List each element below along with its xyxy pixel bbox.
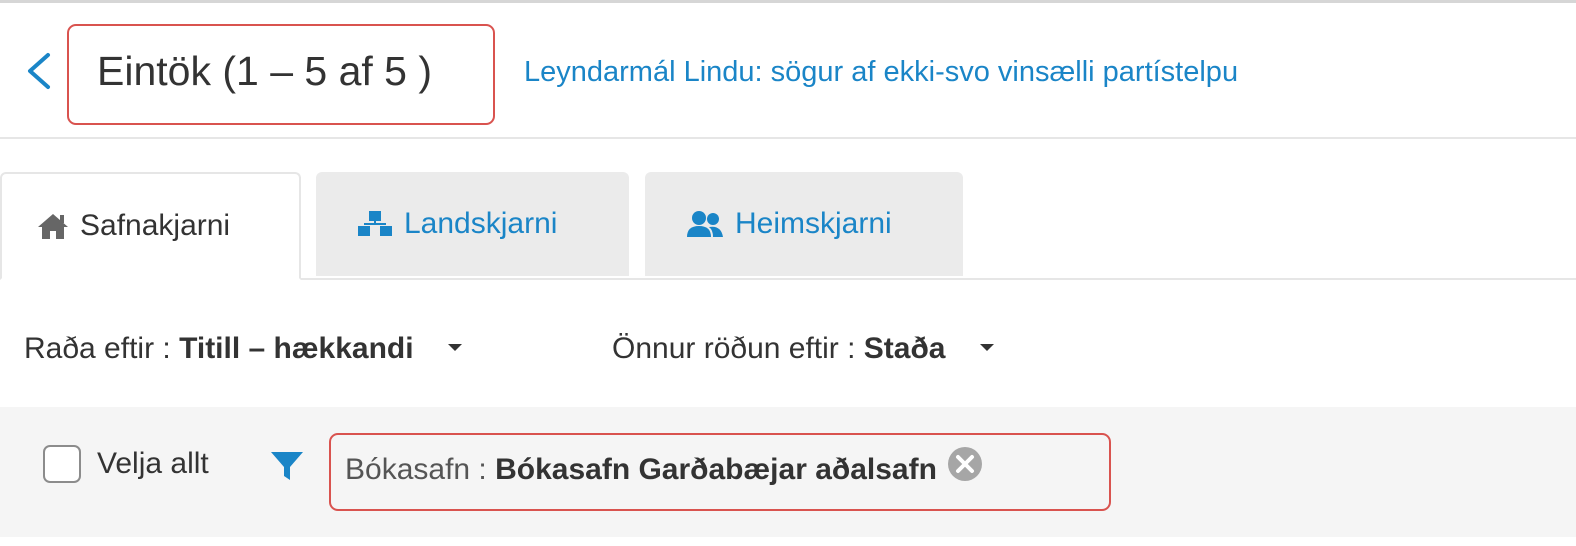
sort-label: Raða eftir : <box>24 332 180 365</box>
tab-label: Heimskjarni <box>735 207 892 240</box>
tab-label: Landskjarni <box>404 207 558 240</box>
active-filter-highlight-box: Bókasafn : Bókasafn Garðabæjar aðalsafn <box>329 433 1111 511</box>
select-all-checkbox[interactable] <box>43 445 81 483</box>
secondary-sort-dropdown[interactable]: Önnur röðun eftir : Staða <box>612 332 994 366</box>
filter-bar: Velja allt Bókasafn : Bókasafn Garðabæja… <box>0 407 1576 537</box>
page-header: Eintök (1 – 5 af 5 ) Leyndarmál Lindu: s… <box>0 3 1576 139</box>
home-icon <box>38 214 68 239</box>
title-highlight-box: Eintök (1 – 5 af 5 ) <box>67 24 495 125</box>
filter-icon[interactable] <box>270 450 304 487</box>
chevron-down-icon <box>447 343 462 351</box>
bottom-spacer <box>0 537 1576 546</box>
sort-value: Staða <box>863 332 946 365</box>
close-circle-icon[interactable] <box>947 446 983 490</box>
users-icon <box>687 211 723 237</box>
sort-label: Önnur röðun eftir : <box>612 332 864 365</box>
primary-sort-dropdown[interactable]: Raða eftir : Titill – hækkandi <box>24 332 462 366</box>
sort-controls: Raða eftir : Titill – hækkandi Önnur röð… <box>0 320 1576 380</box>
sitemap-icon <box>358 211 392 236</box>
filter-chip-value: Bókasafn Garðabæjar aðalsafn <box>495 452 937 486</box>
filter-chip-label: Bókasafn : <box>345 452 496 486</box>
sort-value: Titill – hækkandi <box>179 332 414 365</box>
select-all-label[interactable]: Velja allt <box>97 447 209 481</box>
chevron-left-icon <box>28 53 50 89</box>
record-title-link[interactable]: Leyndarmál Lindu: sögur af ekki-svo vins… <box>524 56 1238 89</box>
tab-label: Safnakjarni <box>80 209 231 242</box>
tab-heimskjarni[interactable]: Heimskjarni <box>645 172 963 276</box>
tab-safnakjarni[interactable]: Safnakjarni <box>0 172 301 280</box>
active-filter-chip: Bókasafn : Bókasafn Garðabæjar aðalsafn <box>345 446 983 493</box>
back-button[interactable] <box>20 49 60 93</box>
page-title: Eintök (1 – 5 af 5 ) <box>97 48 433 94</box>
tab-landskjarni[interactable]: Landskjarni <box>316 172 629 276</box>
tabs-bar: Safnakjarni Landskjarni Heimskjarni <box>0 172 1576 280</box>
chevron-down-icon <box>979 343 994 351</box>
